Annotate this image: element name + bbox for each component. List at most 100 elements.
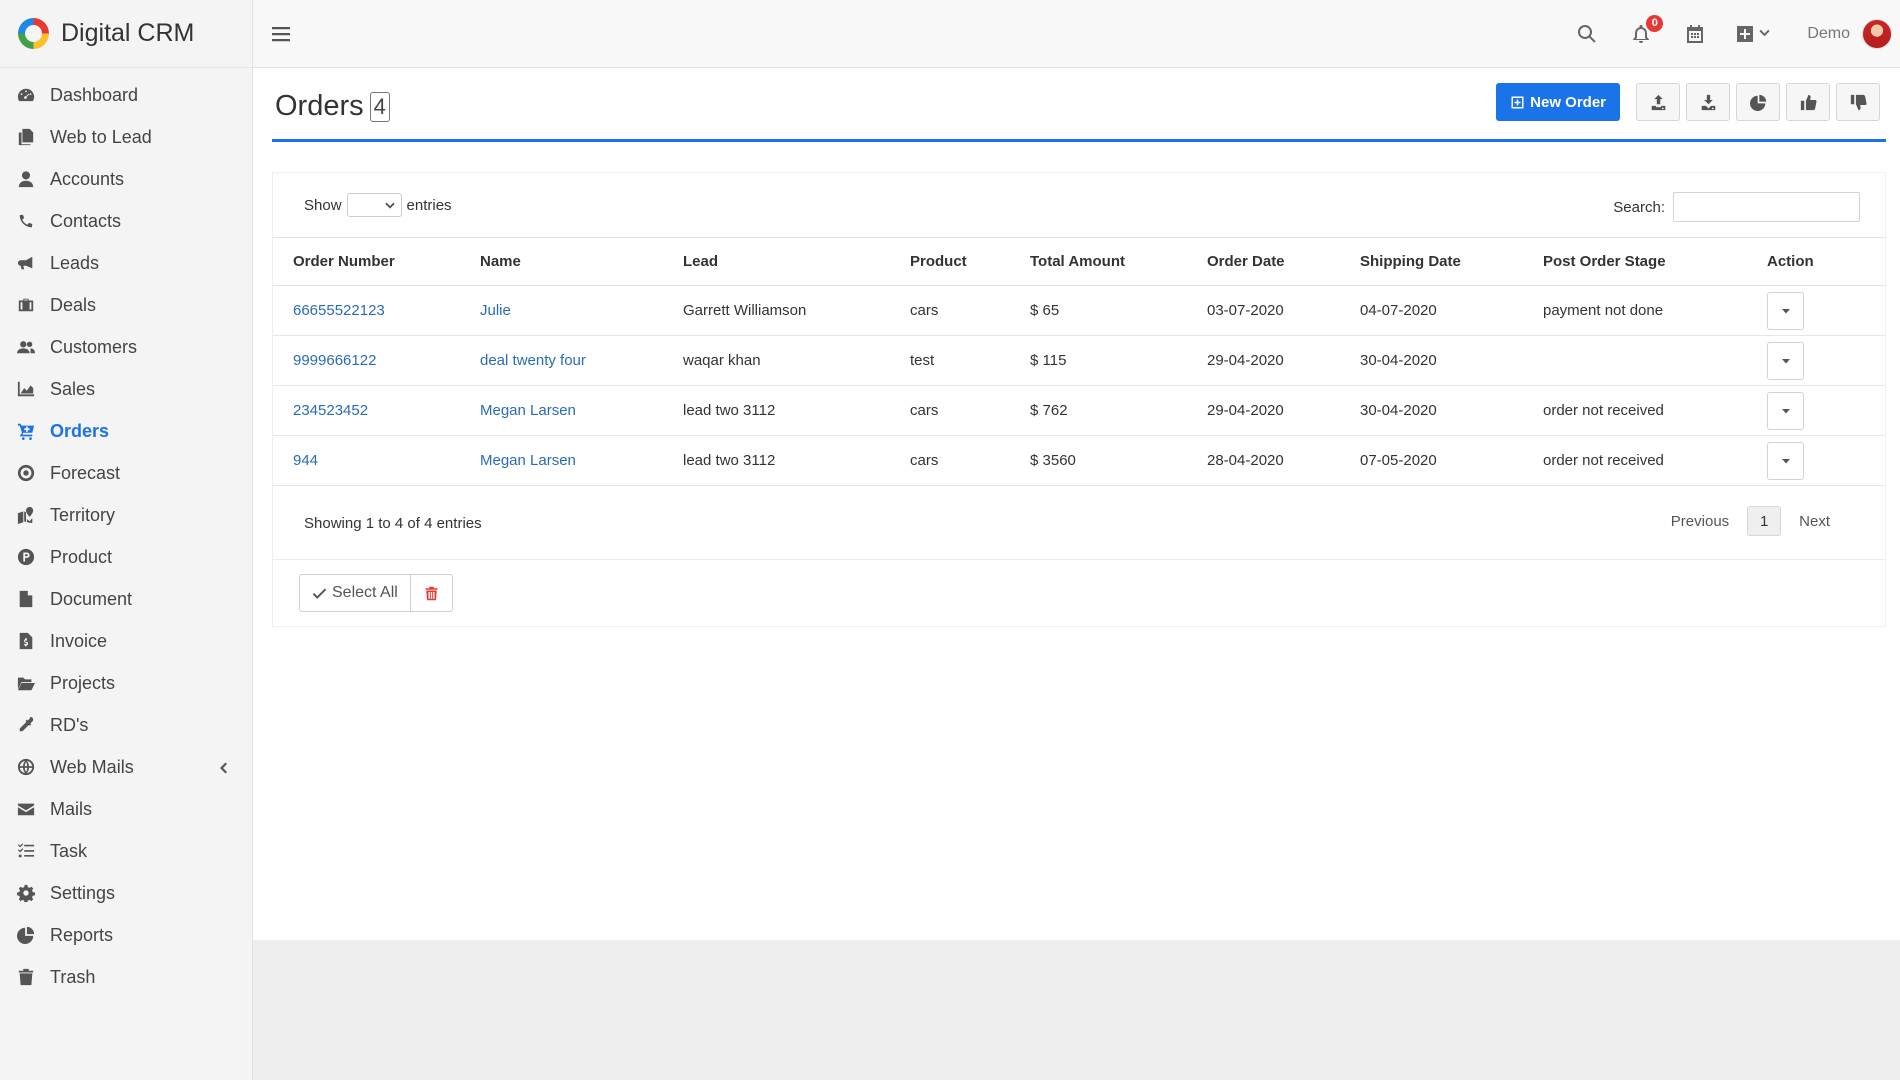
sidebar-item-web-mails[interactable]: Web Mails: [0, 746, 252, 788]
sidebar-item-label: Accounts: [50, 168, 125, 189]
sidebar-item-sales[interactable]: Sales: [0, 368, 252, 410]
sidebar-item-reports[interactable]: Reports: [0, 914, 252, 956]
topbar: 0 Demo: [253, 0, 1900, 68]
sidebar-item-accounts[interactable]: Accounts: [0, 158, 252, 200]
brand[interactable]: Digital CRM: [0, 0, 252, 68]
row-action-dropdown[interactable]: [1767, 441, 1804, 480]
sidebar-item-territory[interactable]: Territory: [0, 494, 252, 536]
pagination-page-1[interactable]: 1: [1747, 506, 1782, 536]
table-search: Search:: [1613, 192, 1860, 222]
page-title-text: Orders: [275, 90, 364, 122]
column-header[interactable]: Lead: [663, 237, 890, 286]
chevron-left-icon[interactable]: [216, 759, 232, 775]
order-product: cars: [890, 435, 1010, 486]
shipping-date: 07-05-2020: [1340, 435, 1523, 486]
sidebar-item-task[interactable]: Task: [0, 830, 252, 872]
entries-select[interactable]: [346, 193, 402, 217]
report-button[interactable]: [1736, 83, 1780, 121]
user-name[interactable]: Demo: [1807, 25, 1850, 43]
quick-add-dropdown[interactable]: [1735, 24, 1771, 44]
sidebar-item-settings[interactable]: Settings: [0, 872, 252, 914]
order-lead: lead two 3112: [663, 385, 890, 436]
avatar[interactable]: [1862, 18, 1892, 49]
order-number-link[interactable]: 66655522123: [273, 285, 460, 336]
copy-icon: [16, 127, 36, 147]
order-name-link[interactable]: deal twenty four: [460, 335, 663, 386]
sidebar-item-deals[interactable]: Deals: [0, 284, 252, 326]
sidebar-item-orders[interactable]: Orders: [0, 410, 252, 452]
sidebar-item-mails[interactable]: Mails: [0, 788, 252, 830]
sidebar-item-rds[interactable]: RD's: [0, 704, 252, 746]
pagination-next[interactable]: Next: [1784, 513, 1845, 530]
sidebar-item-leads[interactable]: Leads: [0, 242, 252, 284]
app-name: Digital CRM: [61, 19, 195, 47]
order-date: 28-04-2020: [1187, 435, 1340, 486]
order-total: $ 115: [1010, 335, 1187, 386]
thumbs-down-button[interactable]: [1836, 83, 1880, 121]
sidebar-item-label: Orders: [50, 420, 110, 441]
order-lead: lead two 3112: [663, 435, 890, 486]
select-all-button[interactable]: Select All: [299, 574, 411, 612]
sidebar-item-label: Sales: [50, 378, 96, 399]
order-number-link[interactable]: 234523452: [273, 385, 460, 436]
column-header[interactable]: Name: [460, 237, 663, 286]
caret-down-icon: [1781, 358, 1790, 363]
search-input[interactable]: [1673, 192, 1860, 222]
order-number-link[interactable]: 9999666122: [273, 335, 460, 386]
thumbs-up-button[interactable]: [1786, 83, 1830, 121]
table-row: 944 Megan Larsen lead two 3112 cars $ 35…: [273, 435, 1885, 486]
sidebar-item-invoice[interactable]: Invoice: [0, 620, 252, 662]
sidebar-item-customers[interactable]: Customers: [0, 326, 252, 368]
new-order-button[interactable]: New Order: [1496, 83, 1620, 121]
column-header[interactable]: Order Number: [273, 237, 460, 286]
sidebar-item-label: Deals: [50, 294, 97, 315]
orders-panel: Show entries Search: Order Number Name L…: [272, 172, 1886, 627]
pie-chart-icon: [1749, 94, 1766, 111]
row-action-dropdown[interactable]: [1767, 341, 1804, 380]
trash-icon: [16, 967, 36, 987]
briefcase-icon: [16, 295, 36, 315]
pagination-previous[interactable]: Previous: [1656, 513, 1744, 530]
users-icon: [16, 337, 36, 357]
sidebar-item-trash[interactable]: Trash: [0, 956, 252, 998]
action-cell: [1747, 435, 1885, 486]
bell-icon[interactable]: 0: [1627, 14, 1664, 48]
column-header[interactable]: Product: [890, 237, 1010, 286]
delete-selected-button[interactable]: [410, 574, 453, 612]
sidebar-item-label: Dashboard: [50, 84, 139, 105]
tasks-icon: [16, 841, 36, 861]
order-total: $ 762: [1010, 385, 1187, 436]
sidebar-item-forecast[interactable]: Forecast: [0, 452, 252, 494]
column-header[interactable]: Total Amount: [1010, 237, 1187, 286]
sidebar-item-label: RD's: [50, 714, 89, 735]
order-name-link[interactable]: Megan Larsen: [460, 385, 663, 436]
area-chart-icon: [16, 379, 36, 399]
row-action-dropdown[interactable]: [1767, 291, 1804, 330]
column-header[interactable]: Post Order Stage: [1523, 237, 1747, 286]
column-header[interactable]: Shipping Date: [1340, 237, 1523, 286]
row-action-dropdown[interactable]: [1767, 391, 1804, 430]
sidebar-item-dashboard[interactable]: Dashboard: [0, 74, 252, 116]
order-product: cars: [890, 385, 1010, 436]
sidebar-item-product[interactable]: Product: [0, 536, 252, 578]
hamburger-menu-icon[interactable]: [270, 23, 292, 45]
sidebar-item-label: Product: [50, 546, 113, 567]
app-logo-icon: [18, 18, 49, 49]
calendar-icon[interactable]: [1681, 20, 1709, 48]
sidebar-item-label: Web to Lead: [50, 126, 152, 147]
order-total: $ 65: [1010, 285, 1187, 336]
order-name-link[interactable]: Julie: [460, 285, 663, 336]
sidebar-item-label: Territory: [50, 504, 116, 525]
sidebar-item-document[interactable]: Document: [0, 578, 252, 620]
sidebar-item-projects[interactable]: Projects: [0, 662, 252, 704]
search-icon[interactable]: [1573, 20, 1601, 48]
sidebar-item-contacts[interactable]: Contacts: [0, 200, 252, 242]
sidebar-item-web-to-lead[interactable]: Web to Lead: [0, 116, 252, 158]
upload-button[interactable]: [1636, 83, 1680, 121]
column-header[interactable]: Order Date: [1187, 237, 1340, 286]
order-name-link[interactable]: Megan Larsen: [460, 435, 663, 486]
order-product: test: [890, 335, 1010, 386]
order-number-link[interactable]: 944: [273, 435, 460, 486]
page-title: Orders 4: [275, 90, 390, 123]
download-button[interactable]: [1686, 83, 1730, 121]
